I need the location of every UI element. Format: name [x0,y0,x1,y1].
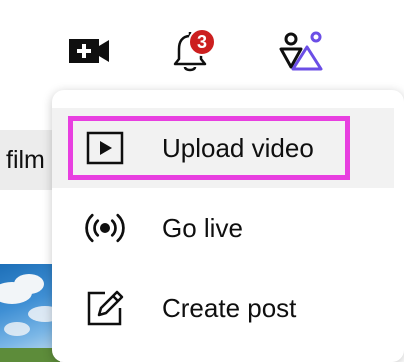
create-button[interactable] [60,28,118,74]
top-bar: 3 [0,0,404,90]
youtube-studio-shapes-icon [279,31,323,71]
menu-item-label: Create post [162,293,297,323]
menu-item-label: Go live [162,213,243,243]
search-chip-label: film [6,146,45,174]
menu-item-label: Upload video [162,133,314,163]
notifications-button[interactable]: 3 [160,24,220,78]
account-button[interactable] [272,24,330,78]
live-broadcast-icon [85,213,125,243]
notification-count-badge: 3 [188,28,216,56]
menu-item-go-live[interactable]: Go live [52,188,394,268]
video-thumbnail[interactable] [0,264,60,362]
create-menu: Upload video Go live Create post [52,90,404,362]
pencil-square-icon [87,290,124,326]
upload-video-icon [86,131,124,165]
menu-item-create-post[interactable]: Create post [52,268,394,348]
menu-item-upload-video[interactable]: Upload video [52,108,394,188]
video-plus-icon [69,39,109,63]
